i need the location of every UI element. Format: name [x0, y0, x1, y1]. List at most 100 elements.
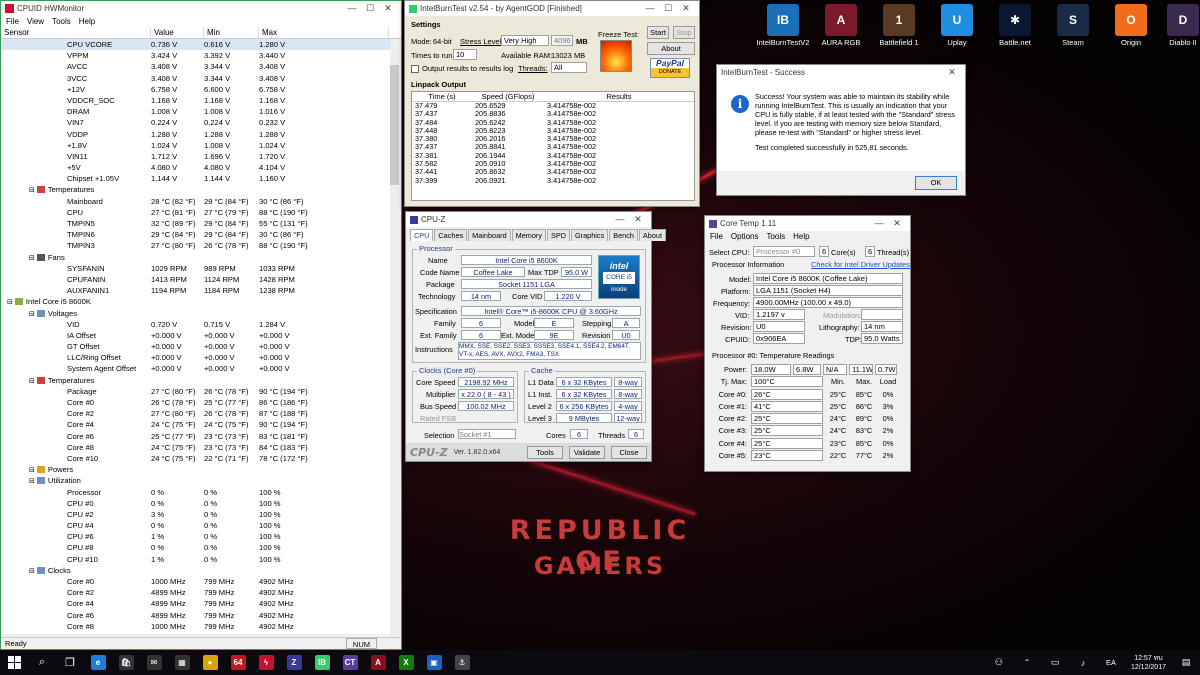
taskbar-app-button[interactable]: e	[84, 650, 112, 675]
sensor-tree[interactable]: CPU VCORE 0.736 V 0.616 V 1.280 V VPPM 3.424 …	[1, 39, 391, 634]
search-button[interactable]: ⌕	[28, 650, 56, 675]
column-header-min[interactable]: Min	[204, 27, 259, 38]
column-header-max[interactable]: Max	[259, 27, 389, 38]
expand-collapse-icon[interactable]: ⊟	[29, 187, 35, 194]
sensor-row[interactable]: ⊟ Intel Core i5 8600K	[1, 296, 391, 307]
minimize-icon[interactable]: —	[641, 3, 659, 13]
action-center-icon[interactable]: ▤	[1172, 650, 1200, 675]
socket-select[interactable]: Socket #1	[458, 429, 516, 439]
desktop-shortcut[interactable]: 1 Battlefield 1	[868, 4, 930, 47]
taskbar-app-button[interactable]: ✉	[140, 650, 168, 675]
sensor-row[interactable]: ⊟ Fans	[1, 252, 391, 263]
stop-button[interactable]: Stop	[673, 26, 695, 39]
dialog-titlebar[interactable]: IntelBurnTest - Success ✕	[717, 65, 965, 80]
sensor-row[interactable]: Core #4 24 °C (75 °F) 24 °C (75 °F) 90 °C (…	[1, 419, 391, 430]
sensor-row[interactable]: Core #0 1000 MHz 799 MHz 4902 MHz	[1, 576, 391, 587]
sensor-row[interactable]: Core #2 4899 MHz 799 MHz 4902 MHz	[1, 587, 391, 598]
scrollbar[interactable]	[390, 45, 399, 637]
tray-overflow-icon[interactable]: ⌃	[1013, 650, 1041, 675]
sensor-row[interactable]: VDDP 1.288 V 1.288 V 1.288 V	[1, 129, 391, 140]
tab-graphics[interactable]: Graphics	[571, 229, 609, 241]
sensor-row[interactable]: CPU #6 1 % 0 % 100 %	[1, 531, 391, 542]
times-to-run-input[interactable]: 10	[453, 49, 477, 60]
close-icon[interactable]: ✕	[379, 3, 397, 14]
taskbar-app-button[interactable]: X	[392, 650, 420, 675]
minimize-icon[interactable]: —	[343, 3, 361, 13]
sensor-row[interactable]: CPU #10 1 % 0 % 100 %	[1, 554, 391, 565]
desktop-shortcut[interactable]: ✱ Battle.net	[984, 4, 1046, 47]
desktop-shortcut[interactable]: S Steam	[1042, 4, 1104, 47]
validate-button[interactable]: Validate	[569, 445, 605, 459]
tools-button[interactable]: Tools	[527, 445, 563, 459]
column-header-value[interactable]: Value	[151, 27, 204, 38]
paypal-donate-button[interactable]: PayPal DONATE	[650, 58, 690, 78]
close-icon[interactable]: ✕	[943, 67, 961, 78]
sensor-row[interactable]: Core #6 25 °C (77 °F) 23 °C (73 °F) 83 °C (…	[1, 431, 391, 442]
sensor-row[interactable]: ⊟ Voltages	[1, 308, 391, 319]
ok-button[interactable]: OK	[915, 176, 957, 190]
sensor-row[interactable]: CPU #4 0 % 0 % 100 %	[1, 520, 391, 531]
sensor-row[interactable]: Core #0 26 °C (78 °F) 25 °C (77 °F) 86 °C (…	[1, 397, 391, 408]
sensor-row[interactable]: VPPM 3.424 V 3.392 V 3.440 V	[1, 50, 391, 61]
about-button[interactable]: About	[647, 42, 695, 55]
sensor-row[interactable]: SYSFANIN 1029 RPM 989 RPM 1033 RPM	[1, 263, 391, 274]
sensor-row[interactable]: CPUFANIN 1413 RPM 1124 RPM 1428 RPM	[1, 274, 391, 285]
language-indicator[interactable]: EA	[1097, 650, 1125, 675]
select-cpu-dropdown[interactable]: Processor #0	[753, 246, 815, 257]
start-button[interactable]: Start	[647, 26, 669, 39]
sensor-row[interactable]: Chipset +1.05V 1.144 V 1.144 V 1.160 V	[1, 173, 391, 184]
sensor-row[interactable]: Processor 0 % 0 % 100 %	[1, 487, 391, 498]
minimize-icon[interactable]: —	[870, 218, 888, 228]
tab-cpu[interactable]: CPU	[410, 229, 434, 241]
tab-spd[interactable]: SPD	[547, 229, 571, 241]
expand-collapse-icon[interactable]: ⊟	[29, 255, 35, 262]
sensor-row[interactable]: LLC/Ring Offset +0.000 V +0.000 V +0.000 V	[1, 352, 391, 363]
sensor-row[interactable]: CPU VCORE 0.736 V 0.616 V 1.280 V	[1, 39, 391, 51]
sensor-row[interactable]: AVCC 3.408 V 3.344 V 3.408 V	[1, 61, 391, 72]
sensor-row[interactable]: Core #8 24 °C (75 °F) 23 °C (73 °F) 84 °C (…	[1, 442, 391, 453]
linpack-output-table[interactable]: Time (s) Speed (GFlops) Results 37.479 20…	[411, 91, 695, 201]
expand-collapse-icon[interactable]: ⊟	[7, 299, 13, 306]
menu-item[interactable]: Help	[793, 232, 809, 241]
sensor-row[interactable]: GT Offset +0.000 V +0.000 V +0.000 V	[1, 341, 391, 352]
sensor-row[interactable]: CPU 27 °C (81 °F) 27 °C (79 °F) 88 °C (190 …	[1, 207, 391, 218]
hwmonitor-titlebar[interactable]: CPUID HWMonitor — ☐ ✕	[1, 1, 401, 16]
sensor-row[interactable]: Package 27 °C (80 °F) 26 °C (78 °F) 90 °C (…	[1, 386, 391, 397]
sensor-row[interactable]: Mainboard 28 °C (82 °F) 29 °C (84 °F) 30 °C…	[1, 196, 391, 207]
taskbar-app-button[interactable]: ⚓	[448, 650, 476, 675]
sensor-row[interactable]: +12V 6.758 V 6.600 V 6.758 V	[1, 84, 391, 95]
expand-collapse-icon[interactable]: ⊟	[29, 378, 35, 385]
column-header-sensor[interactable]: Sensor	[1, 27, 151, 38]
sensor-row[interactable]: Core #4 4899 MHz 799 MHz 4902 MHz	[1, 598, 391, 609]
coretemp-titlebar[interactable]: Core Temp 1.11 — ✕	[705, 216, 910, 231]
maximize-icon[interactable]: ☐	[659, 3, 677, 14]
sensor-row[interactable]: VIN11 1.712 V 1.696 V 1.720 V	[1, 151, 391, 162]
intelburntest-titlebar[interactable]: IntelBurnTest v2.54 - by AgentGOD [Finis…	[405, 1, 699, 16]
tab-about[interactable]: About	[638, 229, 666, 241]
sensor-row[interactable]: ⊟ Utilization	[1, 475, 391, 486]
menu-item[interactable]: File	[6, 17, 19, 26]
desktop-shortcut[interactable]: A AURA RGB	[810, 4, 872, 47]
sensor-row[interactable]: CPU #8 0 % 0 % 100 %	[1, 542, 391, 553]
sensor-row[interactable]: Core #8 1000 MHz 799 MHz 4902 MHz	[1, 621, 391, 632]
sensor-row[interactable]: ⊟ Powers	[1, 464, 391, 475]
sensor-row[interactable]: TMPIN3 27 °C (80 °F) 26 °C (78 °F) 88 °C (1…	[1, 240, 391, 251]
sensor-row[interactable]: TMPIN5 32 °C (89 °F) 29 °C (84 °F) 55 °C (1…	[1, 218, 391, 229]
memory-size-field[interactable]: 4096	[551, 35, 573, 46]
driver-updates-link[interactable]: Check for Intel Driver Updates	[811, 260, 910, 269]
sensor-row[interactable]: VDDCR_SOC 1.168 V 1.168 V 1.168 V	[1, 95, 391, 106]
start-button[interactable]	[0, 650, 28, 675]
sensor-row[interactable]: +5V 4.080 V 4.080 V 4.104 V	[1, 162, 391, 173]
sensor-row[interactable]: AUXFANIN1 1194 RPM 1184 RPM 1238 RPM	[1, 285, 391, 296]
desktop-shortcut[interactable]: IB IntelBurnTestV2	[752, 4, 814, 47]
sensor-row[interactable]: ⊟ Clocks	[1, 565, 391, 576]
taskbar-app-button[interactable]: 64	[224, 650, 252, 675]
close-icon[interactable]: ✕	[677, 3, 695, 14]
close-button[interactable]: Close	[611, 445, 647, 459]
sensor-row[interactable]: VIN7 0.224 V 0.224 V 0.232 V	[1, 117, 391, 128]
expand-collapse-icon[interactable]: ⊟	[29, 311, 35, 318]
cpuz-titlebar[interactable]: CPU-Z — ✕	[406, 212, 651, 227]
threads-select[interactable]: All	[551, 62, 587, 73]
desktop-shortcut[interactable]: U Uplay	[926, 4, 988, 47]
tab-caches[interactable]: Caches	[434, 229, 468, 241]
